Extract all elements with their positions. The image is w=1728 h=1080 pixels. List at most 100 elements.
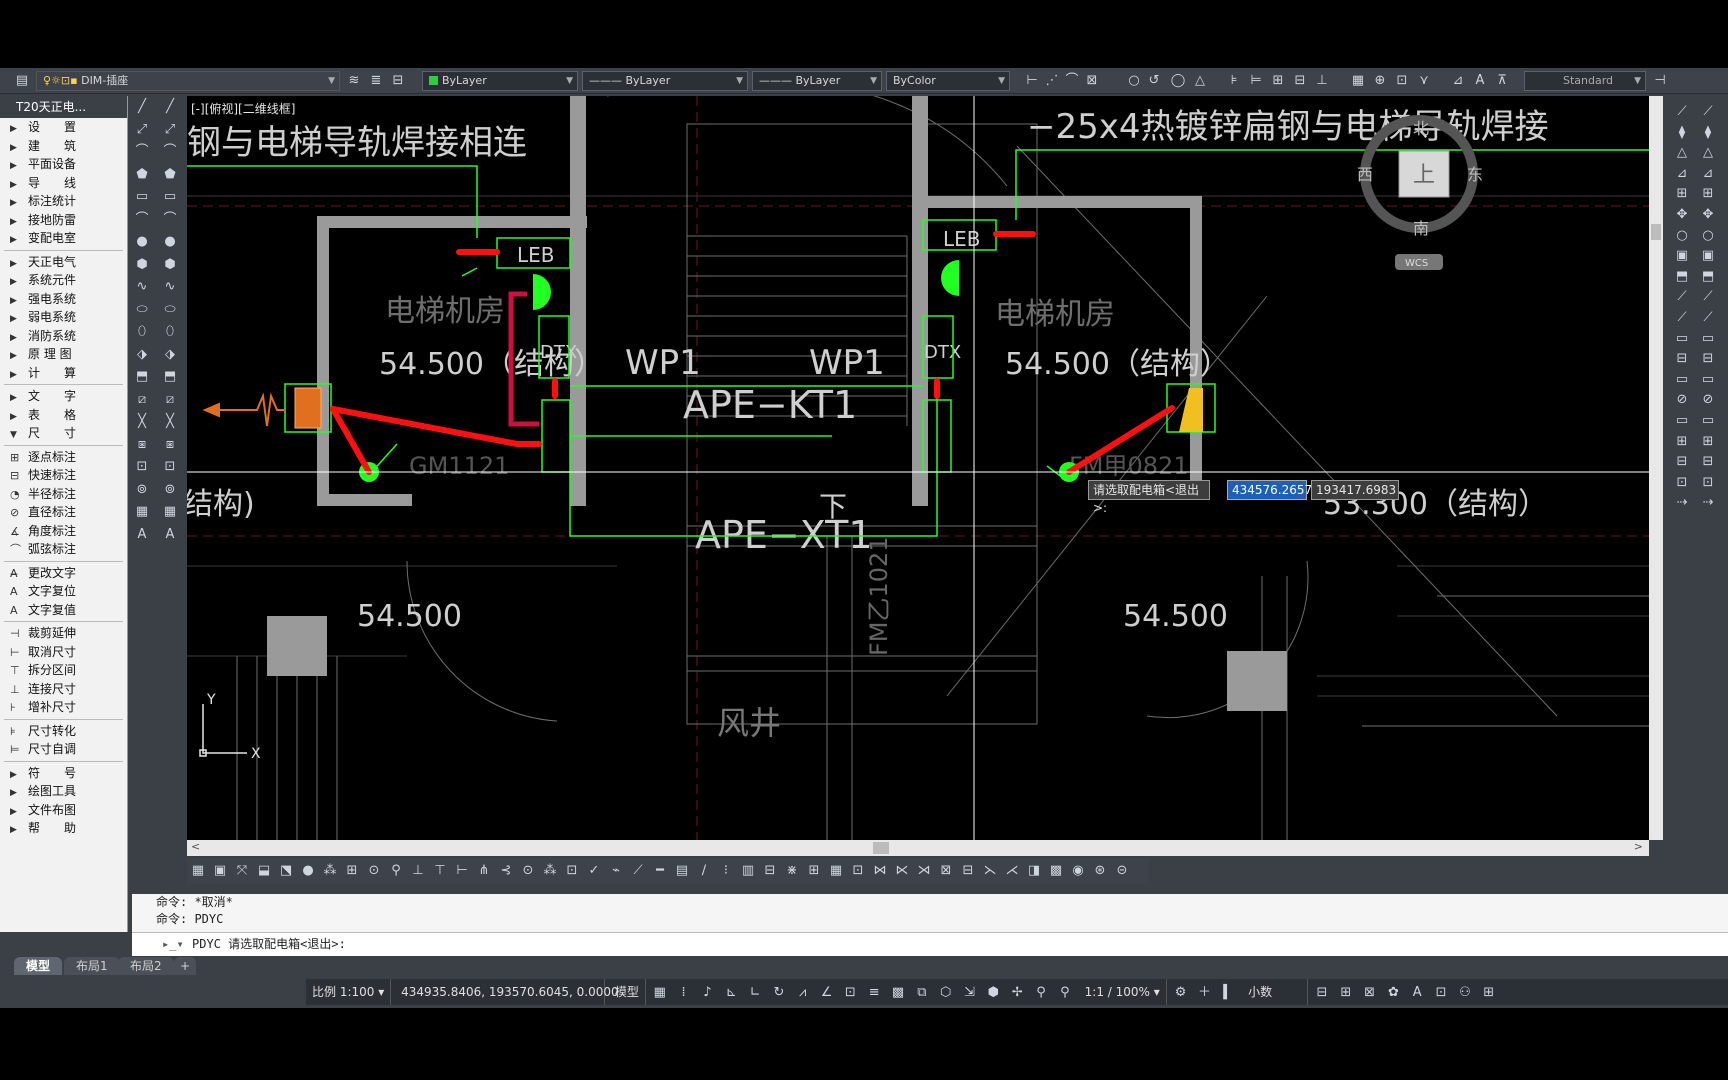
selection-cycling-icon[interactable]: ⧉ [912,980,932,1006]
t20-tool-icon[interactable]: ⬔ [275,858,297,884]
extend-icon[interactable]: ⟋ [1697,308,1719,328]
t20-tool-icon[interactable]: ⋋ [979,858,1001,884]
multiline-text-icon[interactable]: ▦ [129,501,155,524]
clean-screen-icon[interactable]: ⊡ [1431,980,1451,1006]
t20-tool-icon[interactable]: ⊙ [363,858,385,884]
spline-icon[interactable]: ∿ [129,276,155,299]
offset-icon[interactable]: ⊿ [1671,164,1693,184]
dim-linear-icon[interactable]: ⊢ [1024,73,1040,89]
make-block-icon[interactable]: ⬒ [157,366,183,389]
move-icon[interactable]: ✥ [1671,205,1693,225]
polyline-icon[interactable]: ⌒ [129,141,155,164]
stretch-icon[interactable]: ⬒ [1697,267,1719,287]
rectangle-icon[interactable]: ▭ [157,186,183,209]
dynamic-input-y[interactable]: 193417.6983 [1311,480,1399,500]
plotstyle-combo[interactable]: ByColor ▼ [886,71,1010,91]
t20-tool-icon[interactable]: ▣ [209,858,231,884]
t20-tool-icon[interactable]: ⟋ [627,858,649,884]
color-combo[interactable]: ByLayer ▼ [422,71,578,91]
layer-previous-icon[interactable]: ≋ [346,73,362,89]
layer-manager-icon[interactable]: ▤ [14,73,30,89]
menu-item[interactable]: ◔ 半径标注 [0,485,127,504]
menu-item[interactable]: ▼ 尺 寸 [0,424,127,443]
selection-filter-icon[interactable]: ⬢ [983,980,1003,1006]
trim-icon[interactable]: ⟋ [1697,287,1719,307]
menu-item[interactable]: ▶ 弱电系统 [0,308,127,327]
menu-item[interactable]: ⊧ 尺寸转化 [0,722,127,741]
t20-tool-icon[interactable]: ⊙ [517,858,539,884]
t20-tool-icon[interactable]: ⊤ [429,858,451,884]
table-icon[interactable]: ⊚ [129,479,155,502]
annotation-visibility-icon[interactable]: ⚲ [1031,980,1051,1006]
dim-space-icon[interactable]: ⊟ [1292,73,1308,89]
region-icon[interactable]: ⊡ [157,456,183,479]
dim-quick-icon[interactable]: ⊧ [1226,73,1242,89]
t20-tool-icon[interactable]: ◨ [1023,858,1045,884]
break-icon[interactable]: ▭ [1671,329,1693,349]
jog-line-icon[interactable]: ⋎ [1416,73,1432,89]
scroll-left-icon[interactable]: < [191,840,200,853]
menu-item[interactable]: ⊣ 裁剪延伸 [0,624,127,643]
t20-tool-icon[interactable]: ⊠ [935,858,957,884]
menu-item[interactable]: ⊤ 拆分区间 [0,661,127,680]
drawing-canvas[interactable]: 钢与电梯导轨焊接相连 −25x4热镀锌扁钢与电梯导轨焊接 电梯机房 电梯机房 5… [187,96,1649,840]
menu-item[interactable]: ▶ 帮 助 [0,819,127,838]
revcloud-icon[interactable]: ⬢ [129,254,155,277]
center-mark-icon[interactable]: ⊕ [1372,73,1388,89]
menu-item[interactable]: ⊦ 增补尺寸 [0,698,127,717]
tolerance-icon[interactable]: ▦ [1350,73,1366,89]
t20-tool-icon[interactable]: ⚲ [385,858,407,884]
group-icon[interactable]: ⊟ [1697,452,1719,472]
insert-block-icon[interactable]: ⬗ [129,344,155,367]
erase-icon[interactable]: ⟋ [1671,102,1693,122]
array-icon[interactable]: ⊞ [1671,184,1693,204]
copy-icon[interactable]: ⧫ [1671,123,1693,143]
menu-item[interactable]: ⌒ 弧弦标注 [0,540,127,559]
spline-icon[interactable]: ∿ [157,276,183,299]
dim-diameter-icon[interactable]: ◯ [1170,73,1186,89]
layer-states-icon[interactable]: ≣ [368,73,384,89]
grid-icon[interactable]: ▦ [650,980,670,1006]
t20-tool-icon[interactable]: ⤧ [231,858,253,884]
trim-icon[interactable]: ⟋ [1671,287,1693,307]
annotation-monitor-icon[interactable]: ＋ [1194,980,1214,1006]
fillet-icon[interactable]: ⊘ [1697,390,1719,410]
snap-icon[interactable]: ⁞ [674,980,694,1006]
tab-layout1[interactable]: 布局1 [64,957,120,975]
menu-item[interactable]: ▶ 建 筑 [0,137,127,156]
menu-item[interactable]: ▶ 导 线 [0,174,127,193]
layer-combo[interactable]: ♀☼⊡▪ DIM-插座 ▼ [36,71,340,91]
tab-model[interactable]: 模型 [14,957,63,975]
infer-icon[interactable]: ♪ [697,980,717,1006]
t20-tool-icon[interactable]: ⁝ [715,858,737,884]
annotation-scale-ratio[interactable]: 1:1 / 100% ▾ [1079,979,1167,1005]
dim-jogged-icon[interactable]: ↺ [1146,73,1162,89]
isolate-icon[interactable]: ⊠ [1360,980,1380,1006]
dim-edit-icon[interactable]: ⊿ [1450,73,1466,89]
object-snap-tracking-icon[interactable]: ∠ [817,980,837,1006]
transparency-icon[interactable]: ▩ [888,980,908,1006]
menu-item[interactable]: ▶ 绘图工具 [0,782,127,801]
polar-icon[interactable]: ↻ [769,980,789,1006]
ortho-icon[interactable]: ∟ [745,980,765,1006]
xline-icon[interactable]: ⤢ [157,119,183,142]
dim-break-icon[interactable]: ⊥ [1314,73,1330,89]
align-icon[interactable]: ⊞ [1697,432,1719,452]
workspace-gear-icon[interactable]: ⚙ [1171,980,1191,1006]
dim-continue-icon[interactable]: ⊞ [1270,73,1286,89]
t20-tool-icon[interactable]: ∕ [693,858,715,884]
menu-item[interactable]: A 文字复位 [0,582,127,601]
dim-aligned-icon[interactable]: ⋰ [1044,73,1060,89]
t20-tool-icon[interactable]: ⋇ [781,858,803,884]
offset-icon[interactable]: ⊿ [1697,164,1719,184]
move-icon[interactable]: ✥ [1697,205,1719,225]
dim-update-icon[interactable]: ⊼ [1494,73,1510,89]
dim-ordinate-icon[interactable]: ⊠ [1084,73,1100,89]
units-selector[interactable]: 小数 [1242,979,1309,1005]
polygon-icon[interactable]: ⬟ [129,164,155,187]
extend-icon[interactable]: ⟋ [1671,308,1693,328]
ellipse-icon[interactable]: ⬭ [129,299,155,322]
ellipse-arc-icon[interactable]: ⬯ [129,321,155,344]
lock-ui-icon[interactable]: ⊞ [1336,980,1356,1006]
viewport-label[interactable]: [-][俯视][二维线框] [191,100,295,117]
